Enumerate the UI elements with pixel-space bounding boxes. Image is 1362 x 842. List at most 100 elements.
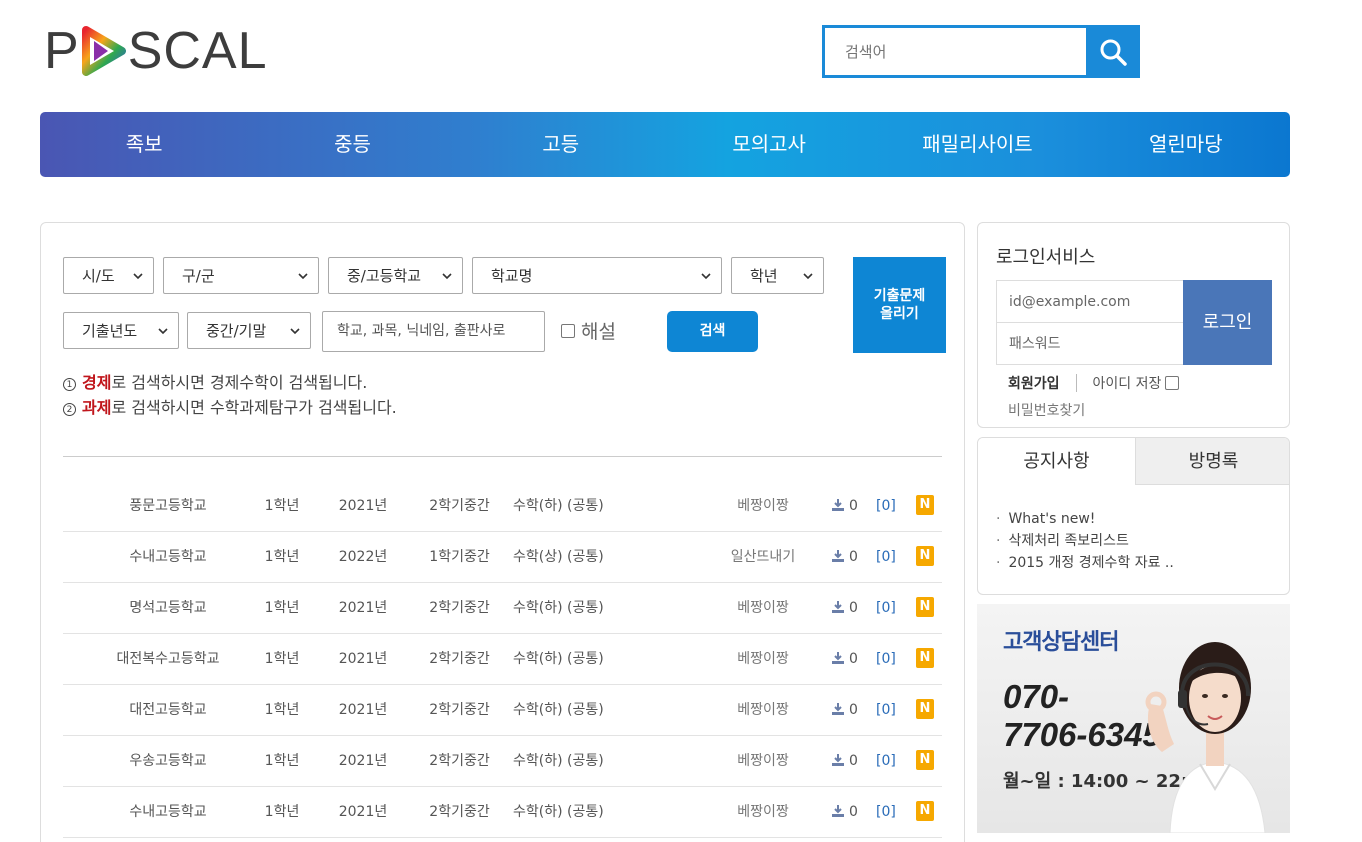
new-badge: N [916, 597, 934, 617]
nav-high[interactable]: 고등 [457, 112, 665, 177]
grade: 1학년 [264, 702, 300, 718]
site-logo[interactable]: P SCAL [44, 22, 268, 80]
download-count[interactable]: 0 [831, 532, 858, 582]
download-count[interactable]: 0 [831, 481, 858, 531]
notice-item[interactable]: 2015 개정 경제수학 자료 .. [996, 552, 1173, 574]
uploader-nickname[interactable]: 베짱이짱 [718, 736, 808, 786]
comment-count[interactable]: [0] [876, 634, 896, 684]
notice-item[interactable]: 삭제처리 족보리스트 [996, 530, 1174, 552]
uploader-nickname[interactable]: 베짱이짱 [718, 481, 808, 531]
download-count[interactable]: 0 [831, 634, 858, 684]
explain-checkbox[interactable] [561, 323, 575, 338]
comment-count[interactable]: [0] [876, 787, 896, 837]
gugun-select-value: 구/군 [182, 267, 215, 285]
tip-text: 로 검색하시면 수학과제탐구가 검색됩니다. [111, 398, 397, 417]
school-name-select[interactable]: 학교명 [472, 257, 722, 294]
list-item[interactable]: 명석고등학교 1학년 2021년 2학기중간 수학(하) (공통) 베짱이짱 0 [0] N [63, 583, 942, 634]
download-count[interactable]: 0 [831, 583, 858, 633]
find-password-link[interactable]: 비밀번호찾기 [1008, 400, 1085, 420]
download-icon [832, 805, 844, 817]
nav-open-forum[interactable]: 열린마당 [1082, 112, 1290, 177]
list-item[interactable]: 풍문고등학교 1학년 2021년 2학기중간 수학(하) (공통) 베짱이짱 0 [0] N [63, 481, 942, 532]
notice-item[interactable]: What's new! [996, 508, 1174, 530]
exam-year: 2021년 [338, 753, 388, 769]
download-count-value: 0 [849, 753, 858, 769]
notice-list: What's new! 삭제처리 족보리스트 2015 개정 경제수학 자료 .… [996, 508, 1174, 574]
explain-label: 해설 [581, 321, 616, 343]
list-item[interactable]: 대전복수고등학교 1학년 2021년 2학기중간 수학(하) (공통) 베짱이짱 0 [0] N [63, 634, 942, 685]
tip-number: 1 [63, 378, 76, 391]
uploader-nickname[interactable]: 베짱이짱 [718, 583, 808, 633]
school-name[interactable]: 수내고등학교 [83, 532, 253, 582]
search-button[interactable] [1086, 25, 1140, 78]
comment-count[interactable]: [0] [876, 583, 896, 633]
download-count-value: 0 [849, 498, 858, 514]
logo-letters-scal: SCAL [127, 22, 268, 80]
list-item[interactable]: 수내고등학교 1학년 2021년 2학기중간 수학(하) (공통) 베짱이짱 0 [0] N [63, 787, 942, 838]
new-badge: N [916, 699, 934, 719]
keyword-input[interactable]: 학교, 과목, 닉네임, 출판사로 [322, 311, 545, 352]
nav-middle[interactable]: 중등 [248, 112, 456, 177]
download-icon [832, 754, 844, 766]
comment-count[interactable]: [0] [876, 532, 896, 582]
sido-select[interactable]: 시/도 [63, 257, 154, 294]
link-separator [1075, 374, 1077, 392]
list-item[interactable]: 우송고등학교 1학년 2021년 2학기중간 수학(하) (공통) 베짱이짱 0 [0] N [63, 736, 942, 787]
chevron-down-icon [442, 273, 452, 280]
save-id-checkbox[interactable] [1165, 376, 1180, 390]
operator-illustration [1145, 642, 1266, 833]
school-name[interactable]: 풍문고등학교 [83, 481, 253, 531]
download-icon [832, 652, 844, 664]
tab-notice[interactable]: 공지사항 [978, 438, 1136, 485]
download-count[interactable]: 0 [831, 787, 858, 837]
download-count[interactable]: 0 [831, 685, 858, 735]
uploader-nickname[interactable]: 일산뜨내기 [718, 532, 808, 582]
customer-center-banner[interactable]: 고객상담센터 070- 7706-6345 월~일 : 14:00 ~ 22:0… [977, 604, 1290, 833]
download-count[interactable]: 0 [831, 736, 858, 786]
grade: 1학년 [264, 498, 300, 514]
explain-checkbox-label[interactable]: 해설 [561, 317, 616, 344]
school-name[interactable]: 대전복수고등학교 [83, 634, 253, 684]
search-input[interactable] [822, 25, 1086, 78]
cs-phone: 070- 7706-6345 [1003, 678, 1161, 754]
nav-mock-exam[interactable]: 모의고사 [665, 112, 873, 177]
login-fields: id@example.com 패스워드 [996, 280, 1184, 365]
login-panel: 로그인서비스 id@example.com 패스워드 로그인 회원가입 아이디 … [977, 222, 1290, 428]
school-level-select[interactable]: 중/고등학교 [328, 257, 463, 294]
school-level-select-value: 중/고등학교 [347, 267, 422, 285]
comment-count[interactable]: [0] [876, 481, 896, 531]
login-password-field[interactable]: 패스워드 [997, 323, 1183, 365]
filter-search-button[interactable]: 검색 [667, 311, 758, 352]
download-count-value: 0 [849, 651, 858, 667]
login-button[interactable]: 로그인 [1183, 280, 1272, 365]
school-name[interactable]: 수내고등학교 [83, 787, 253, 837]
signup-link[interactable]: 회원가입 [1008, 373, 1060, 393]
nav-family-site[interactable]: 패밀리사이트 [873, 112, 1081, 177]
school-name[interactable]: 대전고등학교 [83, 685, 253, 735]
uploader-nickname[interactable]: 베짱이짱 [718, 787, 808, 837]
download-icon [832, 703, 844, 715]
exam-term: 2학기중간 [429, 600, 490, 616]
tab-guestbook[interactable]: 방명록 [1136, 438, 1289, 485]
exam-term: 2학기중간 [429, 804, 490, 820]
comment-count[interactable]: [0] [876, 685, 896, 735]
gugun-select[interactable]: 구/군 [163, 257, 319, 294]
login-title: 로그인서비스 [996, 247, 1096, 268]
grade: 1학년 [264, 651, 300, 667]
save-id-label[interactable]: 아이디 저장 [1093, 373, 1180, 393]
school-name[interactable]: 우송고등학교 [83, 736, 253, 786]
comment-count[interactable]: [0] [876, 736, 896, 786]
nav-jokbo[interactable]: 족보 [40, 112, 248, 177]
uploader-nickname[interactable]: 베짱이짱 [718, 634, 808, 684]
login-id-field[interactable]: id@example.com [997, 281, 1183, 323]
list-item[interactable]: 수내고등학교 1학년 2022년 1학기중간 수학(상) (공통) 일산뜨내기 0 [0] N [63, 532, 942, 583]
grade-select[interactable]: 학년 [731, 257, 824, 294]
uploader-nickname[interactable]: 베짱이짱 [718, 685, 808, 735]
exam-year-select[interactable]: 기출년도 [63, 312, 179, 349]
term-select[interactable]: 중간/기말 [187, 312, 311, 349]
download-count-value: 0 [849, 600, 858, 616]
school-name[interactable]: 명석고등학교 [83, 583, 253, 633]
list-item[interactable]: 대전고등학교 1학년 2021년 2학기중간 수학(하) (공통) 베짱이짱 0 [0] N [63, 685, 942, 736]
upload-exam-button[interactable]: 기출문제 올리기 [853, 257, 946, 353]
download-icon [832, 499, 844, 511]
